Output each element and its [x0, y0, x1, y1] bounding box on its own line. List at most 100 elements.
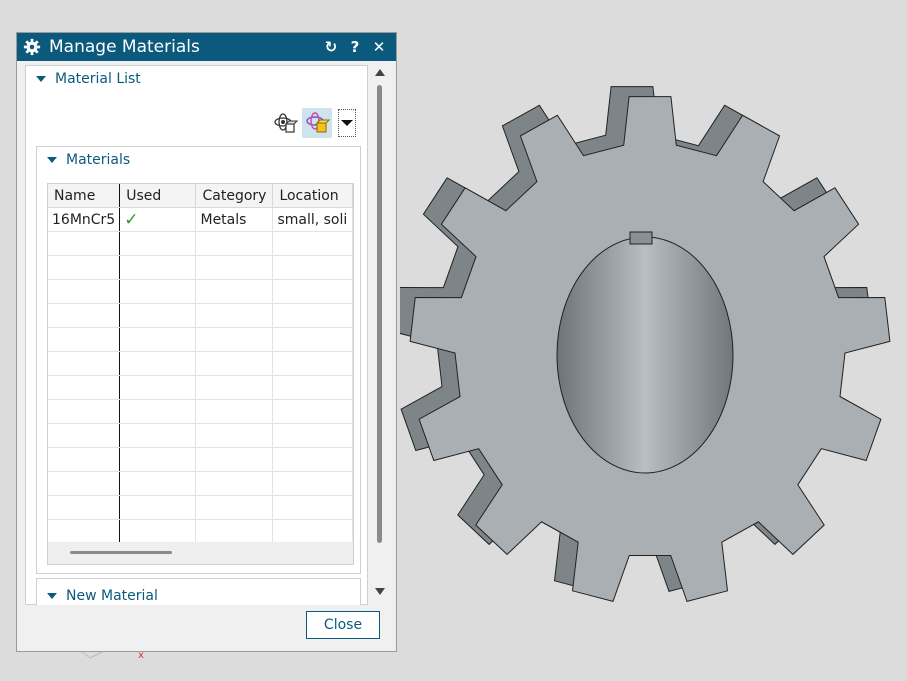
empty-cell: [195, 471, 274, 496]
materials-table: Name Used Category Location 16MnCr5 ✓ Meta…: [47, 183, 354, 565]
scrollbar-thumb[interactable]: [70, 551, 172, 554]
cell-name: 16MnCr5: [48, 207, 121, 232]
empty-cell: [119, 351, 197, 376]
new-material-header[interactable]: New Material: [37, 583, 360, 605]
empty-cell: [48, 279, 121, 304]
empty-cell: [272, 399, 353, 424]
empty-table-row: [48, 447, 353, 472]
table-row[interactable]: 16MnCr5 ✓ Metals small, soli: [48, 207, 353, 232]
empty-cell: [48, 351, 121, 376]
empty-cell: [272, 303, 353, 328]
cell-used: ✓: [119, 207, 197, 232]
empty-cell: [119, 399, 197, 424]
empty-table-row: [48, 519, 353, 544]
materials-group: Materials Name Used Category Location 16…: [36, 146, 361, 574]
empty-cell: [48, 471, 121, 496]
empty-cell: [119, 471, 197, 496]
materials-header[interactable]: Materials: [37, 147, 360, 173]
collapse-arrow-icon: [36, 76, 46, 82]
empty-cell: [48, 423, 121, 448]
horizontal-scrollbar[interactable]: [48, 542, 353, 564]
empty-cell: [272, 471, 353, 496]
empty-cell: [272, 375, 353, 400]
empty-cell: [272, 423, 353, 448]
empty-table-row: [48, 351, 353, 376]
assign-material-icon[interactable]: [302, 108, 332, 138]
material-toolbar: [270, 106, 356, 140]
empty-cell: [272, 327, 353, 352]
dialog-body: Material List Materials Name Used Catego…: [23, 65, 378, 605]
empty-cell: [195, 231, 274, 256]
column-header-location[interactable]: Location: [272, 184, 353, 208]
empty-cell: [272, 231, 353, 256]
empty-cell: [48, 495, 121, 520]
help-icon[interactable]: ?: [344, 36, 366, 58]
empty-cell: [119, 447, 197, 472]
empty-cell: [119, 255, 197, 280]
empty-cell: [119, 327, 197, 352]
material-list-group: Material List Materials Name Used Catego…: [25, 65, 368, 605]
empty-cell: [272, 519, 353, 544]
empty-table-row: [48, 399, 353, 424]
materials-title: Materials: [66, 152, 131, 168]
empty-cell: [119, 423, 197, 448]
keyway: [629, 231, 653, 245]
scroll-up-icon[interactable]: [375, 69, 385, 76]
column-header-used[interactable]: Used: [119, 184, 197, 208]
new-material-group: New Material: [36, 578, 361, 605]
dialog-titlebar[interactable]: Manage Materials ↻ ? ✕: [17, 33, 396, 61]
empty-cell: [48, 375, 121, 400]
empty-cell: [195, 303, 274, 328]
column-header-name[interactable]: Name: [48, 184, 121, 208]
empty-table-row: [48, 231, 353, 256]
empty-table-row: [48, 471, 353, 496]
empty-cell: [195, 399, 274, 424]
empty-table-row: [48, 279, 353, 304]
empty-cell: [272, 447, 353, 472]
empty-cell: [119, 303, 197, 328]
material-list-title: Material List: [55, 71, 141, 87]
close-icon[interactable]: ✕: [368, 36, 390, 58]
column-header-category[interactable]: Category: [195, 184, 274, 208]
new-material-title: New Material: [66, 588, 158, 604]
empty-cell: [48, 399, 121, 424]
manage-materials-dialog: Manage Materials ↻ ? ✕ Material List Mat…: [16, 32, 397, 652]
empty-cell: [119, 279, 197, 304]
empty-cell: [48, 327, 121, 352]
reset-icon[interactable]: ↻: [320, 36, 342, 58]
close-button[interactable]: Close: [306, 611, 380, 639]
empty-cell: [195, 351, 274, 376]
empty-cell: [119, 495, 197, 520]
empty-cell: [195, 375, 274, 400]
dropdown-arrow-icon[interactable]: [338, 109, 356, 137]
empty-cell: [48, 231, 121, 256]
empty-cell: [195, 279, 274, 304]
scrollbar-thumb[interactable]: [377, 85, 382, 543]
empty-cell: [195, 447, 274, 472]
empty-cell: [119, 231, 197, 256]
cell-category: Metals: [195, 207, 274, 232]
empty-cell: [119, 375, 197, 400]
vertical-scrollbar[interactable]: [371, 67, 389, 597]
collapse-arrow-icon: [47, 157, 57, 163]
empty-cell: [195, 327, 274, 352]
material-list-header[interactable]: Material List: [26, 66, 367, 92]
collapse-arrow-icon: [47, 593, 57, 599]
empty-table-row: [48, 327, 353, 352]
empty-cell: [48, 255, 121, 280]
empty-cell: [48, 303, 121, 328]
empty-table-row: [48, 303, 353, 328]
scroll-down-icon[interactable]: [375, 588, 385, 595]
cell-location: small, soli: [272, 207, 353, 232]
gear-model[interactable]: [400, 60, 900, 640]
empty-cell: [119, 519, 197, 544]
empty-table-row: [48, 495, 353, 520]
empty-cell: [195, 519, 274, 544]
empty-cell: [272, 495, 353, 520]
empty-cell: [48, 519, 121, 544]
empty-cell: [48, 447, 121, 472]
empty-cell: [272, 255, 353, 280]
material-library-icon[interactable]: [270, 108, 300, 138]
gear-icon: [23, 38, 41, 56]
empty-cell: [195, 423, 274, 448]
